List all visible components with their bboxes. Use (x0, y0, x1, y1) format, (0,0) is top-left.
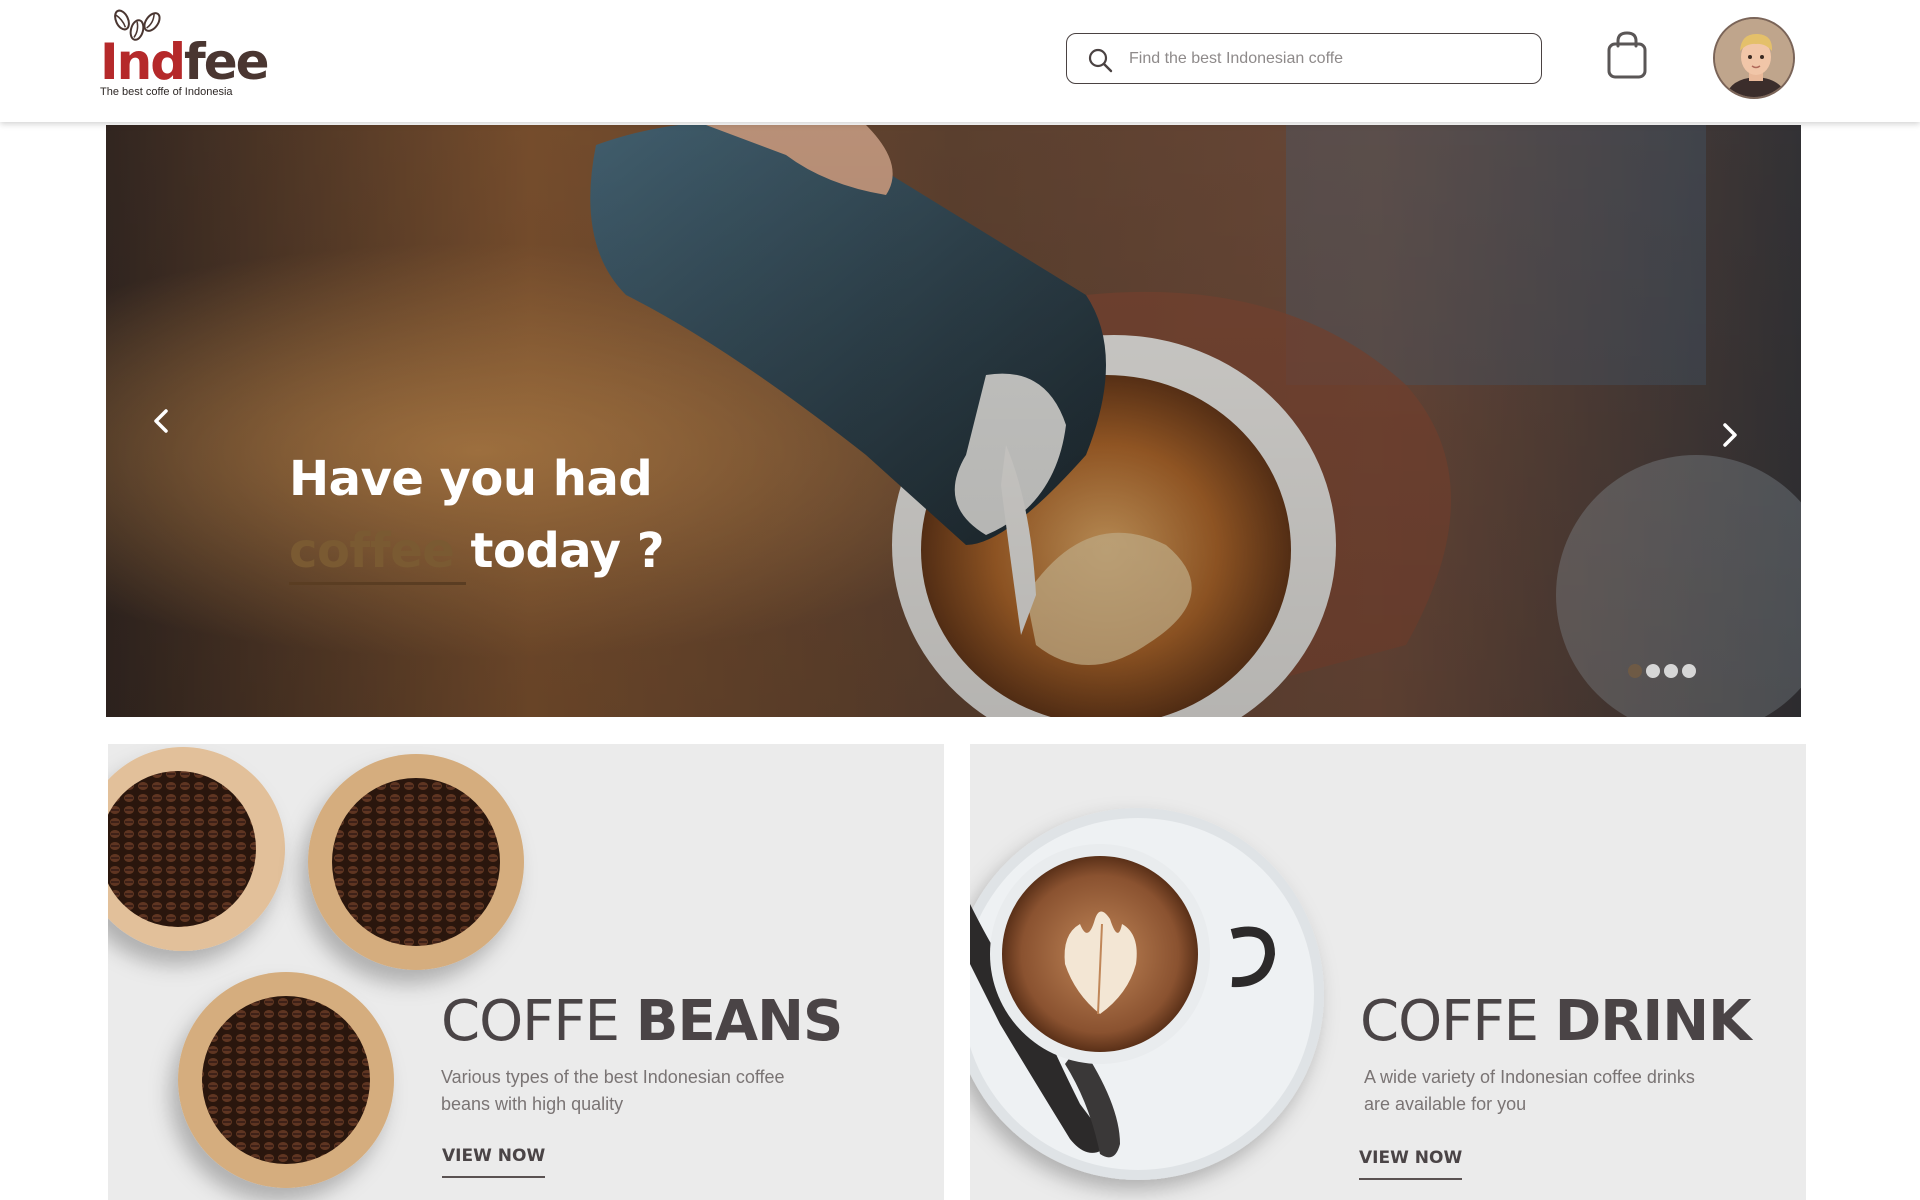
site-header: Indfee The best coffe of Indonesia (0, 0, 1920, 122)
brand-logo[interactable]: Indfee The best coffe of Indonesia (98, 6, 270, 98)
brand-tagline: The best coffe of Indonesia (100, 86, 233, 98)
hero-carousel: Have you had coffee today ? (106, 125, 1801, 717)
hero-latte-art-image (106, 125, 1801, 717)
cappuccino-cup-image (970, 808, 1324, 1180)
carousel-dot-4[interactable] (1682, 664, 1696, 678)
coffee-drink-card: COFFE DRINK A wide variety of Indonesian… (970, 744, 1806, 1200)
hero-headline-accent: coffee (289, 515, 467, 587)
user-avatar[interactable] (1713, 17, 1795, 99)
brand-wordmark-part1: Ind (100, 33, 186, 91)
coffee-beans-title: COFFE BEANS (441, 989, 843, 1054)
brand-wordmark-part2: fee (184, 33, 270, 91)
coffee-drink-description: A wide variety of Indonesian coffee drin… (1364, 1067, 1695, 1114)
chevron-left-icon[interactable] (140, 399, 184, 443)
search-icon[interactable] (1087, 47, 1113, 73)
chevron-right-icon[interactable] (1707, 413, 1751, 457)
search-input[interactable] (1129, 43, 1529, 75)
carousel-dot-1[interactable] (1628, 664, 1642, 678)
hero-headline: Have you had coffee today ? (289, 443, 849, 587)
search-bar[interactable] (1066, 33, 1542, 84)
coffee-drink-title: COFFE DRINK (1360, 990, 1751, 1054)
brand-wordmark: Indfee (100, 33, 270, 91)
avatar-image (1715, 19, 1793, 97)
coffee-drink-title-light: COFFE (1360, 989, 1555, 1054)
shopping-bag-icon[interactable] (1604, 30, 1650, 80)
carousel-indicators (1628, 664, 1696, 680)
coffee-beans-bowls-image (108, 747, 524, 1188)
coffee-beans-view-now-link[interactable]: VIEW NOW (442, 1146, 546, 1178)
carousel-dot-2[interactable] (1646, 664, 1660, 678)
coffee-drink-title-bold: DRINK (1554, 989, 1752, 1054)
coffee-beans-description: Various types of the best Indonesian cof… (441, 1067, 785, 1114)
coffee-beans-card: COFFE BEANS Various types of the best In… (108, 744, 944, 1200)
hero-headline-rest: today ? (454, 523, 665, 579)
coffee-beans-title-bold: BEANS (635, 989, 843, 1054)
hero-headline-line1: Have you had (289, 451, 653, 507)
carousel-dot-3[interactable] (1664, 664, 1678, 678)
coffee-drink-view-now-link[interactable]: VIEW NOW (1359, 1148, 1463, 1180)
coffee-beans-title-light: COFFE (441, 989, 636, 1054)
hero-headline-line2: coffee today ? (289, 515, 849, 587)
